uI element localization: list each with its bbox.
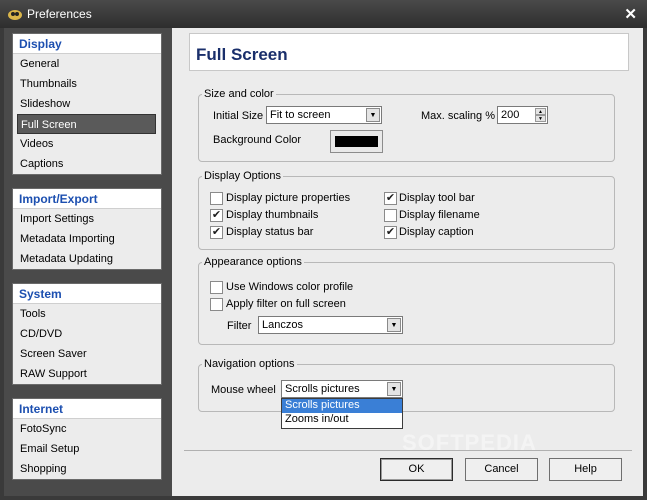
filter-select[interactable]: Lanczos ▼ xyxy=(258,316,403,334)
app-logo-icon xyxy=(8,10,22,20)
dropdown-option-scrolls-pictures[interactable]: Scrolls pictures xyxy=(282,399,402,413)
sidebar-section-system: System Tools CD/DVD Screen Saver RAW Sup… xyxy=(12,283,162,385)
checkbox-label: Display filename xyxy=(399,209,480,221)
spin-down-icon[interactable]: ▼ xyxy=(535,115,546,122)
window-title: Preferences xyxy=(27,7,92,21)
group-legend: Appearance options xyxy=(204,256,302,268)
sidebar-item-metadata-updating[interactable]: Metadata Updating xyxy=(13,249,161,269)
sidebar-item-tools[interactable]: Tools xyxy=(13,304,161,324)
background-color-button[interactable] xyxy=(330,130,383,153)
watermark: SOFTPEDIA xyxy=(402,430,537,455)
title-bar: Preferences ✕ xyxy=(0,0,647,28)
sidebar-item-screen-saver[interactable]: Screen Saver xyxy=(13,344,161,364)
divider xyxy=(184,450,632,451)
chevron-down-icon[interactable]: ▼ xyxy=(387,382,401,396)
checkbox-label: Display picture properties xyxy=(226,192,351,204)
close-icon[interactable]: ✕ xyxy=(624,5,637,23)
mouse-wheel-dropdown-list: Scrolls pictures Zooms in/out xyxy=(281,398,403,429)
display-thumbnails-checkbox[interactable]: ✔ xyxy=(210,209,223,222)
checkbox-label: Display tool bar xyxy=(399,192,475,204)
sidebar-item-shopping[interactable]: Shopping xyxy=(13,459,161,479)
sidebar-item-captions[interactable]: Captions xyxy=(13,154,161,174)
checkbox-label: Display status bar xyxy=(226,226,314,238)
checkbox-label: Use Windows color profile xyxy=(226,281,354,293)
sidebar-item-email-setup[interactable]: Email Setup xyxy=(13,439,161,459)
size-color-group: Size and color xyxy=(198,88,615,162)
display-caption-checkbox[interactable]: ✔ xyxy=(384,226,397,239)
sidebar-section-header[interactable]: System xyxy=(13,284,161,304)
page-header: Full Screen xyxy=(189,33,629,71)
chevron-down-icon[interactable]: ▼ xyxy=(387,318,401,332)
spin-up-icon[interactable]: ▲ xyxy=(535,108,546,115)
sidebar-item-full-screen[interactable]: Full Screen xyxy=(17,114,156,134)
sidebar-item-fotosync[interactable]: FotoSync xyxy=(13,419,161,439)
sidebar: Display General Thumbnails Slideshow Ful… xyxy=(12,33,162,487)
sidebar-item-slideshow[interactable]: Slideshow xyxy=(13,94,161,114)
ok-button[interactable]: OK xyxy=(380,458,453,481)
sidebar-item-cd-dvd[interactable]: CD/DVD xyxy=(13,324,161,344)
display-picture-properties-checkbox[interactable] xyxy=(210,192,223,205)
sidebar-section-display: Display General Thumbnails Slideshow Ful… xyxy=(12,33,162,175)
sidebar-item-raw-support[interactable]: RAW Support xyxy=(13,364,161,384)
max-scaling-value: 200 xyxy=(501,109,520,121)
chevron-down-icon[interactable]: ▼ xyxy=(366,108,380,122)
checkbox-label: Display caption xyxy=(399,226,474,238)
sidebar-item-general[interactable]: General xyxy=(13,54,161,74)
group-legend: Navigation options xyxy=(204,358,295,370)
display-status-bar-checkbox[interactable]: ✔ xyxy=(210,226,223,239)
apply-filter-checkbox[interactable] xyxy=(210,298,223,311)
sidebar-section-header[interactable]: Import/Export xyxy=(13,189,161,209)
dropdown-option-zooms-in-out[interactable]: Zooms in/out xyxy=(282,413,402,427)
page-title: Full Screen xyxy=(196,45,288,64)
max-scaling-spinner[interactable]: 200 ▲ ▼ xyxy=(497,106,548,124)
group-legend: Size and color xyxy=(204,88,274,100)
mouse-wheel-select[interactable]: Scrolls pictures ▼ xyxy=(281,380,403,398)
settings-panel: Full Screen Size and color Initial Size … xyxy=(172,28,643,496)
sidebar-item-videos[interactable]: Videos xyxy=(13,134,161,154)
sidebar-item-metadata-importing[interactable]: Metadata Importing xyxy=(13,229,161,249)
mouse-wheel-value: Scrolls pictures xyxy=(285,383,360,395)
group-legend: Display Options xyxy=(204,170,282,182)
color-swatch xyxy=(335,136,378,147)
sidebar-section-internet: Internet FotoSync Email Setup Shopping xyxy=(12,398,162,480)
filter-value: Lanczos xyxy=(262,319,303,331)
use-windows-color-profile-checkbox[interactable] xyxy=(210,281,223,294)
mouse-wheel-label: Mouse wheel xyxy=(211,384,276,396)
initial-size-value: Fit to screen xyxy=(270,109,331,121)
initial-size-label: Initial Size xyxy=(213,110,264,122)
max-scaling-label: Max. scaling % xyxy=(421,110,495,122)
sidebar-item-import-settings[interactable]: Import Settings xyxy=(13,209,161,229)
sidebar-section-header[interactable]: Internet xyxy=(13,399,161,419)
display-filename-checkbox[interactable] xyxy=(384,209,397,222)
checkbox-label: Display thumbnails xyxy=(226,209,319,221)
background-color-label: Background Color xyxy=(213,134,302,146)
filter-label: Filter xyxy=(227,320,252,332)
cancel-button[interactable]: Cancel xyxy=(465,458,538,481)
initial-size-select[interactable]: Fit to screen ▼ xyxy=(266,106,382,124)
preferences-window: Display General Thumbnails Slideshow Ful… xyxy=(4,28,643,496)
sidebar-section-import-export: Import/Export Import Settings Metadata I… xyxy=(12,188,162,270)
checkbox-label: Apply filter on full screen xyxy=(226,298,346,310)
sidebar-item-thumbnails[interactable]: Thumbnails xyxy=(13,74,161,94)
sidebar-section-header[interactable]: Display xyxy=(13,34,161,54)
display-tool-bar-checkbox[interactable]: ✔ xyxy=(384,192,397,205)
help-button[interactable]: Help xyxy=(549,458,622,481)
